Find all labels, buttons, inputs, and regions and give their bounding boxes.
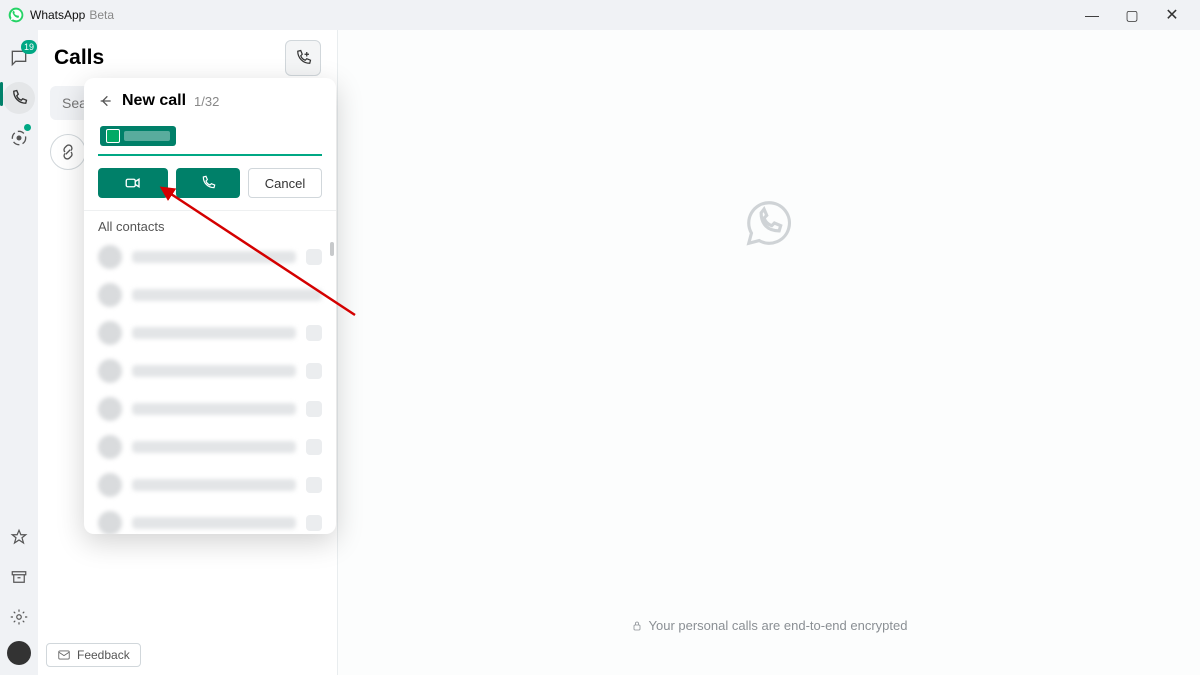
recipient-input[interactable]: [98, 120, 322, 156]
checkbox[interactable]: [306, 477, 322, 493]
star-icon: [10, 528, 28, 546]
contacts-list: [84, 238, 336, 534]
checkbox[interactable]: [306, 439, 322, 455]
window-close-button[interactable]: ✕: [1152, 0, 1192, 30]
new-call-button[interactable]: [285, 40, 321, 76]
mail-icon: [57, 648, 71, 662]
phone-icon: [10, 89, 28, 107]
lock-icon: [631, 620, 643, 632]
link-icon: [59, 143, 77, 161]
rail-calls-button[interactable]: [3, 82, 35, 114]
chip-avatar: [106, 129, 120, 143]
list-item[interactable]: [84, 428, 336, 466]
cancel-button[interactable]: Cancel: [248, 168, 322, 198]
list-item[interactable]: [84, 314, 336, 352]
cancel-label: Cancel: [265, 176, 305, 191]
feedback-button[interactable]: Feedback: [46, 643, 141, 667]
phone-plus-icon: [294, 49, 312, 67]
rail-profile-avatar[interactable]: [7, 641, 31, 665]
popup-title: New call: [122, 92, 186, 110]
list-item[interactable]: [84, 390, 336, 428]
chip-name-redacted: [124, 131, 170, 141]
archive-icon: [10, 568, 28, 586]
panel-title: Calls: [54, 46, 285, 70]
encryption-note: Your personal calls are end-to-end encry…: [631, 618, 908, 633]
contacts-section-label: All contacts: [84, 210, 336, 238]
voice-call-button[interactable]: [176, 168, 240, 198]
video-icon: [124, 174, 142, 192]
list-item[interactable]: [84, 352, 336, 390]
window-minimize-button[interactable]: —: [1072, 0, 1112, 30]
scrollbar-thumb[interactable]: [330, 242, 334, 256]
list-item[interactable]: [84, 276, 336, 314]
selection-count: 1/32: [194, 94, 219, 109]
whatsapp-outline-icon: [742, 196, 796, 250]
app-name: WhatsApp: [30, 8, 85, 22]
rail-status-button[interactable]: [3, 122, 35, 154]
status-icon: [9, 128, 29, 148]
list-item[interactable]: [84, 238, 336, 276]
selected-contact-chip[interactable]: [100, 126, 176, 146]
rail-settings-button[interactable]: [3, 601, 35, 633]
arrow-left-icon: [98, 93, 114, 109]
whatsapp-logo-icon: [8, 7, 24, 23]
titlebar: WhatsApp Beta — ▢ ✕: [0, 0, 1200, 30]
checkbox[interactable]: [306, 401, 322, 417]
phone-icon: [200, 175, 216, 191]
list-item[interactable]: [84, 466, 336, 504]
checkbox[interactable]: [306, 515, 322, 531]
call-link-button[interactable]: [50, 134, 86, 170]
video-call-button[interactable]: [98, 168, 168, 198]
checkbox[interactable]: [306, 249, 322, 265]
app-variant: Beta: [89, 8, 114, 22]
checkbox[interactable]: [306, 363, 322, 379]
feedback-label: Feedback: [77, 648, 130, 662]
status-dot: [24, 124, 31, 131]
encryption-text: Your personal calls are end-to-end encry…: [649, 618, 908, 633]
chats-badge: 19: [21, 40, 37, 54]
gear-icon: [10, 608, 28, 626]
rail-starred-button[interactable]: [3, 521, 35, 553]
back-button[interactable]: [98, 93, 114, 109]
list-item[interactable]: [84, 504, 336, 534]
new-call-popup: New call 1/32 Cancel All contacts: [84, 78, 336, 534]
rail-archive-button[interactable]: [3, 561, 35, 593]
window-maximize-button[interactable]: ▢: [1112, 0, 1152, 30]
sidebar-rail: 19: [0, 30, 38, 675]
checkbox[interactable]: [306, 325, 322, 341]
rail-chats-button[interactable]: 19: [3, 42, 35, 74]
empty-state: Your personal calls are end-to-end encry…: [338, 30, 1200, 675]
